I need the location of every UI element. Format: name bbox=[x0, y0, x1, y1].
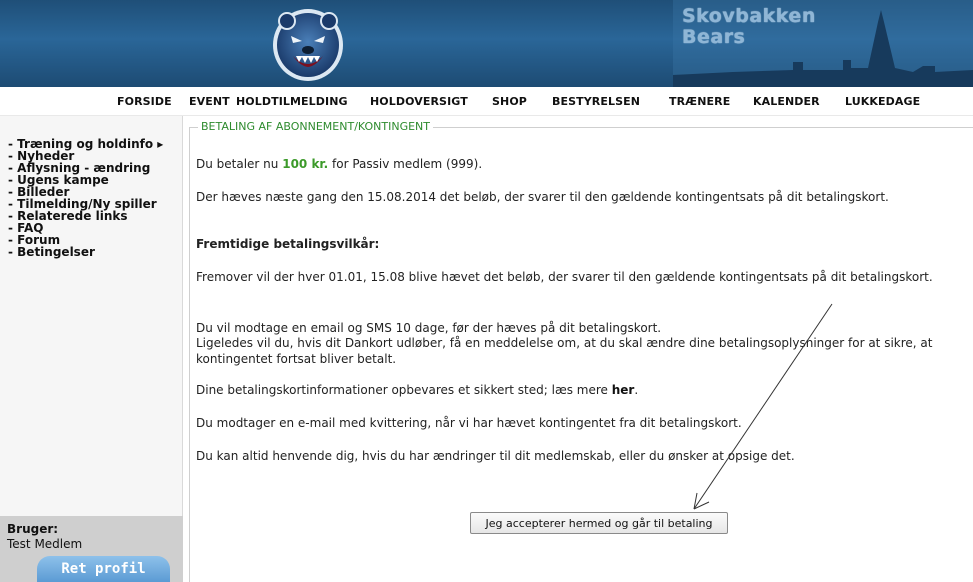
line1-pre: Du betaler nu bbox=[196, 157, 283, 171]
nav-kalender[interactable]: KALENDER bbox=[753, 95, 820, 108]
nav-holdoversigt[interactable]: HOLDOVERSIGT bbox=[370, 95, 468, 108]
nav-holdtilmelding[interactable]: HOLDTILMELDING bbox=[236, 95, 348, 108]
club-brand-text: Skovbakken Bears bbox=[682, 6, 816, 48]
storage-pre: Dine betalingskortinformationer opbevare… bbox=[196, 383, 612, 397]
future-terms-heading: Fremtidige betalingsvilkår: bbox=[196, 237, 380, 251]
edit-profile-button[interactable]: Ret profil bbox=[37, 556, 170, 582]
sidebar-item-betingelser[interactable]: - Betingelser bbox=[8, 246, 163, 258]
left-sidebar: - Træning og holdinfo ▸ - Nyheder - Afly… bbox=[0, 116, 183, 582]
sms-notice-text: Du vil modtage en email og SMS 10 dage, … bbox=[196, 321, 662, 335]
payment-amount: 100 kr. bbox=[282, 157, 329, 171]
dankort-notice-text: Ligeledes vil du, hvis dit Dankort udløb… bbox=[196, 336, 933, 366]
contact-text: Du kan altid henvende dig, hvis du har æ… bbox=[196, 449, 795, 463]
future-terms-text: Fremover vil der hver 01.01, 15.08 blive… bbox=[196, 270, 933, 284]
receipt-text: Du modtager en e-mail med kvittering, nå… bbox=[196, 416, 742, 430]
nav-bestyrelsen[interactable]: BESTYRELSEN bbox=[552, 95, 640, 108]
nav-shop[interactable]: SHOP bbox=[492, 95, 527, 108]
nav-event[interactable]: EVENT bbox=[189, 95, 230, 108]
storage-post: . bbox=[634, 383, 639, 397]
card-storage-text: Dine betalingskortinformationer opbevare… bbox=[196, 382, 966, 398]
bear-head-logo-icon[interactable] bbox=[271, 6, 345, 82]
user-panel: Bruger: Test Medlem Ret profil bbox=[0, 516, 183, 582]
current-payment-text: Du betaler nu 100 kr. for Passiv medlem … bbox=[196, 156, 966, 172]
brand-line-2: Bears bbox=[682, 26, 746, 48]
accept-and-pay-button[interactable]: Jeg accepterer hermed og går til betalin… bbox=[470, 512, 728, 534]
nav-traenere[interactable]: TRÆNERE bbox=[669, 95, 730, 108]
user-label: Bruger: bbox=[7, 522, 59, 536]
nav-lukkedage[interactable]: LUKKEDAGE bbox=[845, 95, 920, 108]
fieldset-legend: BETALING AF ABONNEMENT/KONTINGENT bbox=[198, 120, 434, 133]
next-charge-text: Der hæves næste gang den 15.08.2014 det … bbox=[196, 190, 889, 204]
brand-line-1: Skovbakken bbox=[682, 5, 816, 27]
read-more-link[interactable]: her bbox=[612, 383, 635, 397]
nav-forside[interactable]: FORSIDE bbox=[117, 95, 172, 108]
user-name: Test Medlem bbox=[7, 537, 83, 551]
sidebar-menu: - Træning og holdinfo ▸ - Nyheder - Afly… bbox=[8, 138, 163, 258]
top-navigation: FORSIDE EVENT HOLDTILMELDING HOLDOVERSIG… bbox=[0, 87, 973, 116]
line1-post: for Passiv medlem (999). bbox=[328, 157, 483, 171]
header-banner: Skovbakken Bears bbox=[0, 0, 973, 87]
